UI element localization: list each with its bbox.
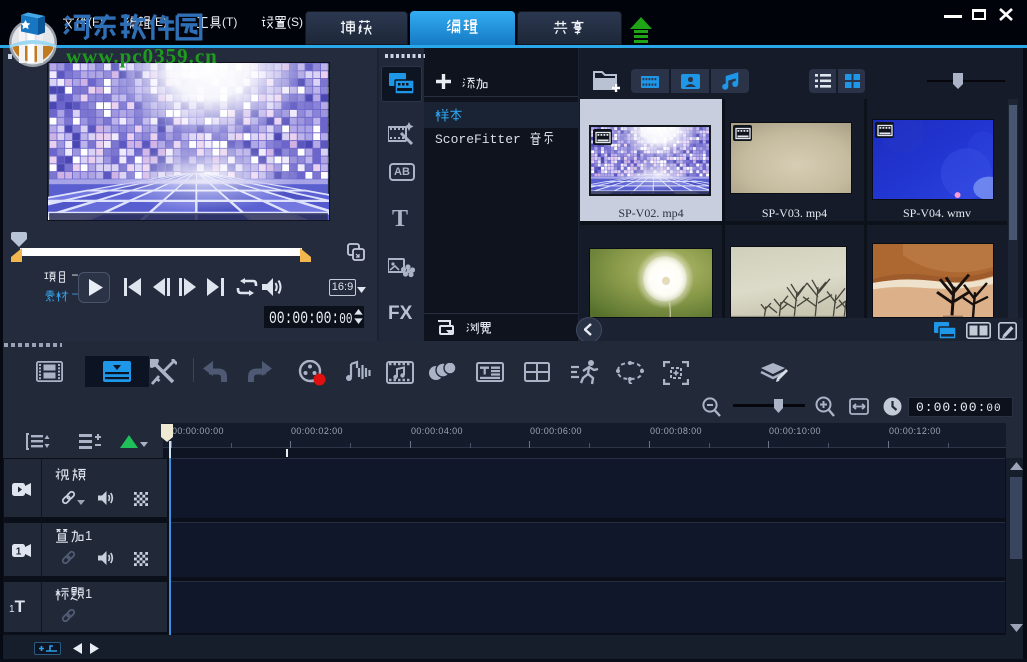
- svg-text:1: 1: [16, 546, 22, 557]
